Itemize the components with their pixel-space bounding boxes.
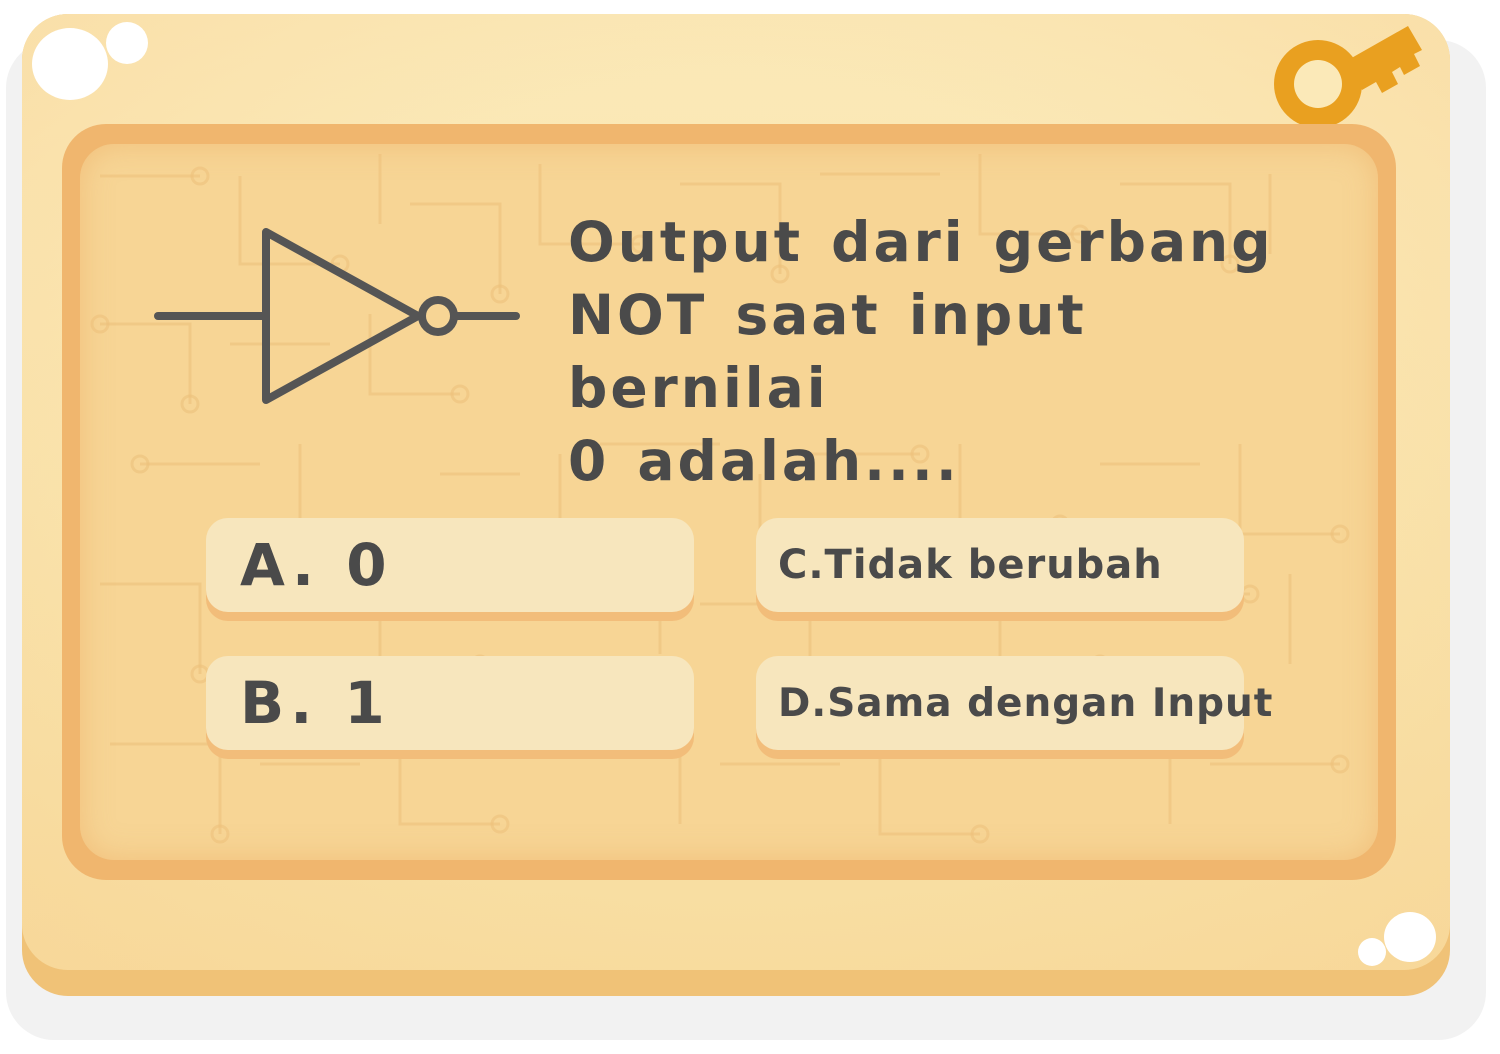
key-icon[interactable]: [1266, 26, 1426, 136]
answer-option-label: A. 0: [240, 531, 393, 599]
answer-option-a[interactable]: A. 0: [206, 518, 694, 612]
quiz-screen: Output dari gerbang NOT saat input berni…: [0, 0, 1500, 1054]
bubble-decoration: [106, 22, 148, 64]
answer-option-label: B. 1: [240, 669, 391, 737]
question-line: Output dari gerbang: [568, 210, 1274, 274]
bubble-decoration: [1384, 912, 1436, 962]
answer-option-label: C.Tidak berubah: [778, 542, 1163, 588]
bubble-decoration: [1358, 938, 1386, 966]
question-text: Output dari gerbang NOT saat input berni…: [568, 206, 1328, 498]
answer-option-d[interactable]: D.Sama dengan Input: [756, 656, 1272, 750]
bubble-decoration: [32, 28, 108, 100]
question-line: NOT saat input bernilai: [568, 283, 1087, 420]
question-line: 0 adalah....: [568, 429, 960, 493]
answer-option-c[interactable]: C.Tidak berubah: [756, 518, 1244, 612]
not-gate-icon: [154, 228, 520, 404]
answer-option-label: D.Sama dengan Input: [778, 680, 1274, 726]
answer-option-b[interactable]: B. 1: [206, 656, 694, 750]
